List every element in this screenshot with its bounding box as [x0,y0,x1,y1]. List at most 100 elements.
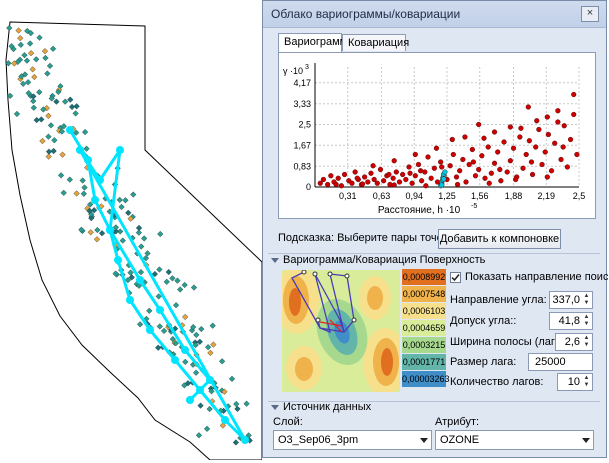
data-point [362,174,368,180]
data-point [462,134,468,140]
data-point [449,136,455,143]
bandwidth-spinner[interactable]: 2,6 ▲ ▼ [555,333,593,351]
data-point [341,171,348,178]
collapse-triangle-icon [271,257,279,263]
x-tick-label: 0,31 [339,191,357,201]
x-tick-label: 1,56 [471,191,489,201]
data-point [320,176,327,183]
tab-covariance-label: Ковариация [348,37,410,49]
data-point [377,166,384,173]
y-tick-label: 0,83 [293,161,311,171]
data-point [501,139,507,145]
y-tick-label: 0 [306,182,311,192]
data-point [335,175,341,181]
data-point [482,175,488,181]
data-point [407,170,413,176]
lag-size-input[interactable]: 25000 [528,353,593,371]
attribute-select[interactable]: OZONE [435,430,594,450]
show-direction-label: Показать направление поиска [465,271,609,283]
spin-down-icon[interactable]: ▼ [582,300,591,307]
lag-count-label: Количество лагов: [450,376,544,388]
add-to-layout-button[interactable]: Добавить к компоновке [438,229,561,249]
angle-tolerance-label: Допуск угла:: [450,315,517,327]
lag-count-spinner[interactable]: 10 ▲ ▼ [557,373,593,391]
data-point [517,134,523,140]
hint-text: Подсказка: Выберите пары точек, [278,232,451,244]
data-point [476,121,482,128]
data-point [513,176,519,183]
data-source-section-header[interactable]: Источник данных [271,401,371,413]
data-point [359,181,366,187]
spin-down-icon[interactable]: ▼ [582,342,591,349]
legend-item: 0,0001771 [402,354,446,370]
chevron-down-icon [582,438,590,443]
data-point [415,161,422,168]
data-point [439,182,445,188]
angle-tolerance-spinner[interactable]: 41,8 ▲ ▼ [549,312,593,330]
selected-point [206,376,214,384]
show-direction-checkbox[interactable] [450,272,461,283]
spin-up-icon[interactable]: ▲ [582,375,591,382]
checkmark-icon [451,274,460,282]
data-point [481,135,487,141]
spin-down-icon[interactable]: ▼ [582,382,591,389]
data-point [545,131,551,138]
variogram-surface-map[interactable] [282,270,400,392]
selected-point [136,276,144,284]
spin-up-icon[interactable]: ▲ [582,314,591,321]
lag-size-label: Размер лага: [450,356,517,368]
map-canvas[interactable] [0,0,263,461]
data-point [544,114,550,120]
data-point [418,168,424,174]
window-title: Облако вариограммы/ковариации [271,7,461,21]
data-point [368,170,374,176]
spin-up-icon[interactable]: ▲ [582,335,591,342]
layer-label: Слой: [273,416,303,428]
data-point [470,159,477,165]
spin-down-icon[interactable]: ▼ [582,321,591,328]
data-point [507,158,513,164]
angle-direction-spinner[interactable]: 337,0 ▲ ▼ [549,291,593,309]
data-point [558,156,564,163]
data-point [374,180,380,186]
selected-point [66,126,74,134]
data-point [555,108,561,114]
data-point [539,161,545,168]
california-outline [5,21,263,461]
surface-section-header[interactable]: Вариограмма/Ковариация Поверхность [271,254,485,266]
x-axis-label: Расстояние, h ·10 [378,205,461,216]
data-point [325,181,331,188]
data-point [520,165,526,171]
data-point [454,181,461,188]
surface-legend: 0,0008992 0,0007548 0,0006103 0,0004659 … [402,269,450,391]
tab-variogram[interactable]: Вариограмма [278,33,353,52]
data-point [386,171,392,178]
data-point [354,175,360,181]
tab-covariance[interactable]: Ковариация [342,34,410,51]
data-point [504,169,510,175]
map-view[interactable] [0,0,263,461]
selected-point [156,306,164,314]
data-point [534,118,540,124]
data-point [403,176,409,183]
legend-item: 0,0006103 [402,303,446,319]
title-bar[interactable]: Облако вариограммы/ковариации × [263,1,606,28]
close-button[interactable]: × [581,6,599,22]
data-point [365,179,371,185]
selected-point [221,416,229,424]
data-point [370,163,376,169]
variogram-cloud-chart[interactable]: 0 0,83 1,67 2,5 3,33 4,17 0,31 0,63 0,94 1,25 1,56… [279,53,595,218]
y-tick-label: 2,5 [298,120,311,130]
spin-up-icon[interactable]: ▲ [582,293,591,300]
data-point [567,136,574,143]
data-point [486,180,492,186]
selected-point [241,436,249,444]
data-point [510,145,517,151]
y-tick-label: 1,67 [293,140,311,150]
data-point [460,156,466,163]
layer-select[interactable]: O3_Sep06_3pm [273,430,432,450]
data-point [555,119,561,125]
selected-point [126,296,134,304]
data-point [507,124,513,130]
angle-direction-label: Направление угла: [450,294,547,306]
